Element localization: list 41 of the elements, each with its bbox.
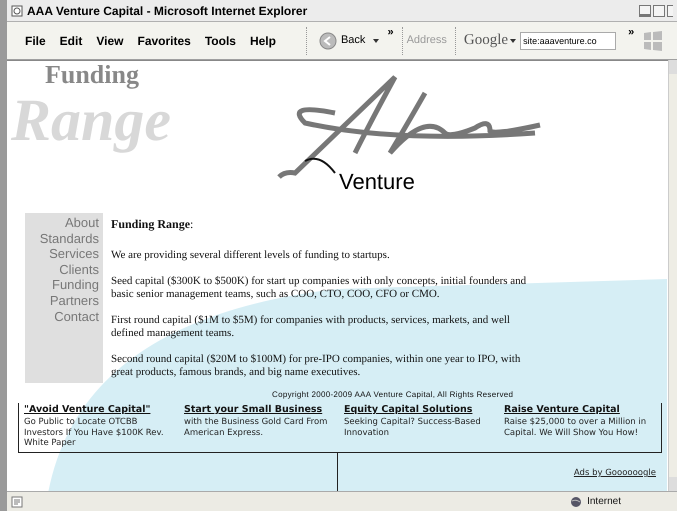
funding-heading: Funding <box>45 61 139 89</box>
status-zone-text: Internet <box>587 495 621 509</box>
menu-item[interactable]: View <box>96 32 124 50</box>
ads-by-link[interactable]: Ads by Goooooogle <box>574 467 656 479</box>
toolbar-chevron[interactable]: » <box>628 24 634 40</box>
content-paragraph: We are providing several different levels of funding to startups. <box>111 249 391 262</box>
menu-item[interactable]: Tools <box>204 32 236 50</box>
ad-title-link[interactable]: Start your Small Business <box>184 403 336 418</box>
menu-item[interactable]: Edit <box>60 32 82 50</box>
toolbar-chevron[interactable]: » <box>387 24 394 40</box>
dropdown-caret-icon[interactable] <box>373 38 380 42</box>
ad-description: with the Business Gold Card From American Express. <box>184 417 328 438</box>
ad-title-link[interactable]: Raise Venture Capital <box>504 403 656 418</box>
ad-title-link[interactable]: Equity Capital Solutions <box>344 403 496 418</box>
minimize-button[interactable] <box>639 4 651 16</box>
address-label: Address <box>406 33 447 48</box>
globe-icon <box>570 496 582 508</box>
ad-description: Seeking Capital? Success-Based Innovation <box>344 417 482 438</box>
maximize-button[interactable] <box>653 4 665 16</box>
window-title: AAA Venture Capital - Microsoft Internet Explorer <box>27 2 308 20</box>
search-field[interactable]: site:aaaventure.co <box>520 32 616 50</box>
back-button[interactable]: Back <box>318 32 366 50</box>
caret-icon <box>510 38 516 42</box>
menu-item[interactable]: File <box>25 32 46 50</box>
menu-item[interactable]: Favorites <box>137 32 191 50</box>
page-icon <box>11 496 23 508</box>
content-paragraph: Second round capital ($20M to $100M) for pre-IPO companies, within one year to IPO, with great products, famous brands, and big name executives. <box>111 353 522 379</box>
scrollbar[interactable] <box>668 60 677 491</box>
google-button[interactable]: Google <box>464 29 516 52</box>
menu-item[interactable]: Help <box>250 32 276 50</box>
ad-description: Raise $25,000 to over a Million in Capital. We Will Show You How! <box>504 417 648 438</box>
content-paragraph: Seed capital ($300K to $500K) for start up companies with only concepts, initial founders and basic senior management teams, such as COO, CTO, COO, CFO or CMO. <box>111 275 528 301</box>
content-paragraph: First round capital ($1M to $5M) for companies with products, services, markets, and well defined management teams. <box>111 314 511 340</box>
close-button[interactable] <box>667 4 673 16</box>
logo-text: Venture <box>339 168 415 196</box>
content-heading: Funding Range: <box>111 216 194 233</box>
copyright-text: Copyright 2000-2009 AAA Venture Capital, All Rights Reserved <box>272 389 514 401</box>
ad-description: Go Public to Locate OTCBB Investors If You Have $100K Rev. White Paper <box>24 417 165 449</box>
page-icon <box>11 4 23 16</box>
ad-title-link[interactable]: "Avoid Venture Capital" <box>24 403 176 418</box>
windows-logo-icon <box>642 28 662 52</box>
